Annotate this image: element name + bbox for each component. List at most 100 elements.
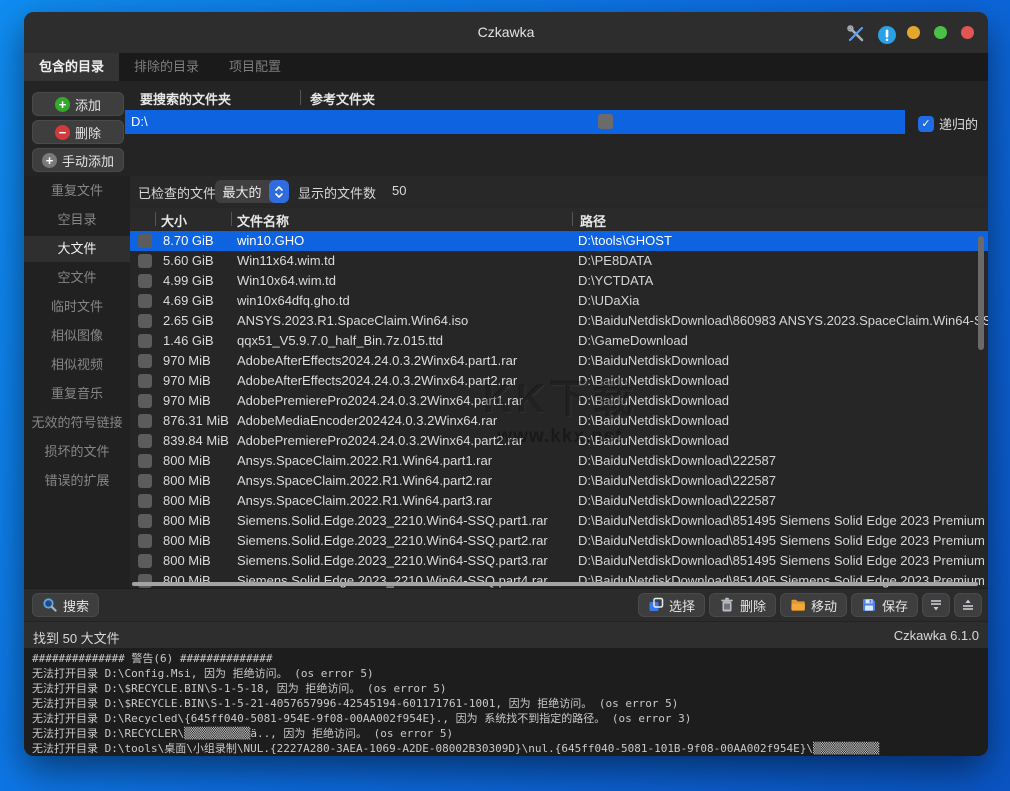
save-button[interactable]: 保存 [851, 593, 918, 617]
table-row[interactable]: 800 MiB Siemens.Solid.Edge.2023_2210.Win… [130, 531, 988, 551]
cell-name: AdobePremierePro2024.24.0.3.2Winx64.part… [237, 393, 523, 408]
table-row[interactable]: 800 MiB Ansys.SpaceClaim.2022.R1.Win64.p… [130, 451, 988, 471]
select-button[interactable]: 选择 [638, 593, 705, 617]
row-checkbox[interactable] [138, 434, 152, 448]
recursive-checkbox[interactable]: ✓ [918, 116, 934, 132]
search-button[interactable]: 搜索 [32, 593, 99, 617]
move-button[interactable]: 移动 [780, 593, 847, 617]
sidebar-item[interactable]: 临时文件 [24, 294, 130, 320]
row-checkbox[interactable] [138, 314, 152, 328]
chevron-up-down-icon [269, 180, 289, 203]
row-checkbox[interactable] [138, 254, 152, 268]
move-to-top-button[interactable] [954, 593, 982, 617]
delete-button[interactable]: 删除 [709, 593, 776, 617]
table-row[interactable]: 800 MiB Ansys.SpaceClaim.2022.R1.Win64.p… [130, 471, 988, 491]
close-button[interactable] [961, 26, 974, 39]
add-directory-button[interactable]: + 添加 [32, 92, 124, 116]
table-row[interactable]: 2.65 GiB ANSYS.2023.R1.SpaceClaim.Win64.… [130, 311, 988, 331]
cell-name: ANSYS.2023.R1.SpaceClaim.Win64.iso [237, 313, 468, 328]
table-row[interactable]: 800 MiB Ansys.SpaceClaim.2022.R1.Win64.p… [130, 491, 988, 511]
tab-2[interactable]: 项目配置 [214, 53, 296, 81]
sidebar-item[interactable]: 错误的扩展 [24, 468, 130, 494]
row-checkbox[interactable] [138, 234, 152, 248]
shown-files-value[interactable]: 50 [392, 183, 406, 198]
path-column-header[interactable]: 路径 [580, 211, 606, 230]
size-column-header[interactable]: 大小 [161, 211, 187, 230]
row-checkbox[interactable] [138, 454, 152, 468]
sidebar-item[interactable]: 空目录 [24, 207, 130, 233]
directory-row[interactable]: D:\ [125, 110, 905, 134]
cell-name: Ansys.SpaceClaim.2022.R1.Win64.part3.rar [237, 493, 492, 508]
status-bar: 找到 50 大文件 Czkawka 6.1.0 [24, 621, 988, 648]
table-row[interactable]: 839.84 MiB AdobePremierePro2024.24.0.3.2… [130, 431, 988, 451]
reference-checkbox[interactable] [598, 114, 613, 129]
minimize-button[interactable] [907, 26, 920, 39]
row-checkbox[interactable] [138, 414, 152, 428]
cell-path: D:\BaiduNetdiskDownload\222587 [578, 493, 776, 508]
cell-name: Siemens.Solid.Edge.2023_2210.Win64-SSQ.p… [237, 513, 548, 528]
cell-size: 8.70 GiB [163, 233, 214, 248]
manual-add-directory-button[interactable]: + 手动添加 [32, 148, 124, 172]
row-checkbox[interactable] [138, 514, 152, 528]
maximize-button[interactable] [934, 26, 947, 39]
tools-icon[interactable] [847, 25, 863, 41]
directories-panel: + 添加 − 删除 + 手动添加 要搜索的文件夹 参考文件夹 D:\ [24, 81, 988, 176]
table-row[interactable]: 970 MiB AdobeAfterEffects2024.24.0.3.2Wi… [130, 351, 988, 371]
table-row[interactable]: 800 MiB Siemens.Solid.Edge.2023_2210.Win… [130, 551, 988, 571]
table-row[interactable]: 4.99 GiB Win10x64.wim.td D:\YCTDATA [130, 271, 988, 291]
horizontal-scrollbar[interactable] [132, 582, 978, 586]
row-checkbox[interactable] [138, 394, 152, 408]
sidebar-item[interactable]: 损坏的文件 [24, 439, 130, 465]
tab-0[interactable]: 包含的目录 [24, 53, 119, 81]
cell-path: D:\BaiduNetdiskDownload [578, 413, 729, 428]
table-row[interactable]: 800 MiB Siemens.Solid.Edge.2023_2210.Win… [130, 511, 988, 531]
titlebar[interactable]: Czkawka [24, 12, 988, 53]
table-row[interactable]: 5.60 GiB Win11x64.wim.td D:\PE8DATA [130, 251, 988, 271]
sidebar-item[interactable]: 相似图像 [24, 323, 130, 349]
row-checkbox[interactable] [138, 334, 152, 348]
name-column-header[interactable]: 文件名称 [237, 211, 289, 230]
tab-1[interactable]: 排除的目录 [119, 53, 214, 81]
sort-button[interactable] [922, 593, 950, 617]
cell-size: 800 MiB [163, 513, 211, 528]
row-checkbox[interactable] [138, 554, 152, 568]
row-checkbox[interactable] [138, 494, 152, 508]
table-row[interactable]: 8.70 GiB win10.GHO D:\tools\GHOST [130, 231, 988, 251]
remove-directory-button[interactable]: − 删除 [32, 120, 124, 144]
row-checkbox[interactable] [138, 274, 152, 288]
cell-size: 4.99 GiB [163, 273, 214, 288]
sidebar-item[interactable]: 重复文件 [24, 178, 130, 204]
table-row[interactable]: 1.46 GiB qqx51_V5.9.7.0_half_Bin.7z.015.… [130, 331, 988, 351]
log-line: 无法打开目录 D:\$RECYCLE.BIN\S-1-5-21-40576579… [32, 696, 980, 711]
cell-name: Siemens.Solid.Edge.2023_2210.Win64-SSQ.p… [237, 553, 548, 568]
size-method-dropdown[interactable]: 最大的 [215, 180, 289, 203]
table-row[interactable]: 970 MiB AdobePremierePro2024.24.0.3.2Win… [130, 391, 988, 411]
sort-descending-icon [928, 597, 944, 613]
log-line: 无法打开目录 D:\$RECYCLE.BIN\S-1-5-18, 因为 拒绝访问… [32, 681, 980, 696]
cell-name: Siemens.Solid.Edge.2023_2210.Win64-SSQ.p… [237, 533, 548, 548]
bottom-toolbar: 搜索 选择 [24, 588, 988, 621]
table-row[interactable]: 970 MiB AdobeAfterEffects2024.24.0.3.2Wi… [130, 371, 988, 391]
table-row[interactable]: 4.69 GiB win10x64dfq.gho.td D:\UDaXia [130, 291, 988, 311]
sidebar-item[interactable]: 重复音乐 [24, 381, 130, 407]
row-checkbox[interactable] [138, 534, 152, 548]
search-label: 搜索 [63, 596, 89, 615]
row-checkbox[interactable] [138, 354, 152, 368]
sidebar-item[interactable]: 大文件 [24, 236, 130, 262]
row-checkbox[interactable] [138, 294, 152, 308]
row-checkbox[interactable] [138, 474, 152, 488]
sidebar-item[interactable]: 无效的符号链接 [24, 410, 130, 436]
row-checkbox[interactable] [138, 374, 152, 388]
sidebar-item[interactable]: 相似视频 [24, 352, 130, 378]
table-header: 大小 文件名称 路径 [130, 208, 988, 230]
cell-path: D:\BaiduNetdiskDownload [578, 373, 729, 388]
cell-size: 970 MiB [163, 373, 211, 388]
log-area[interactable]: ############## 警告(6) ##############无法打开目… [24, 648, 988, 756]
sidebar-item[interactable]: 空文件 [24, 265, 130, 291]
results-panel: 已检查的文件 最大的 显示的文件数 50 [130, 176, 988, 588]
cell-path: D:\BaiduNetdiskDownload\851495 Siemens S… [578, 553, 985, 568]
vertical-scrollbar[interactable] [978, 236, 984, 350]
info-icon[interactable] [877, 25, 893, 41]
log-line: 无法打开目录 D:\RECYCLER\▒▒▒▒▒▒▒▒▒▒ä.., 因为 拒绝访… [32, 726, 980, 741]
table-row[interactable]: 876.31 MiB AdobeMediaEncoder202424.0.3.2… [130, 411, 988, 431]
